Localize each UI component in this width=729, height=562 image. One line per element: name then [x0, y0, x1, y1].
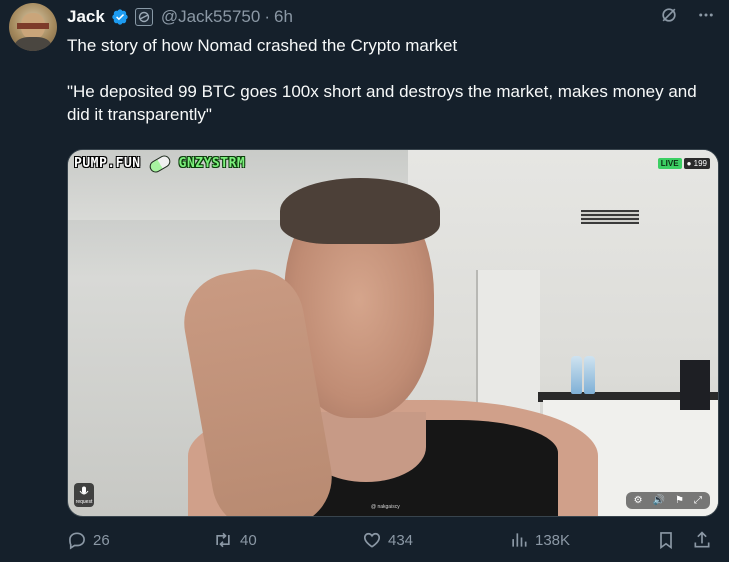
retweet-count: 40	[240, 531, 257, 549]
tweet-text: The story of how Nomad crashed the Crypt…	[67, 34, 707, 126]
grok-icon[interactable]	[659, 5, 679, 25]
like-count: 434	[388, 531, 414, 549]
live-indicator: LIVE ● 199	[657, 158, 710, 169]
like-button[interactable]: 434	[362, 530, 413, 550]
overlay-pumpfun-label: PUMP.FUN	[74, 156, 141, 171]
reply-button[interactable]: 26	[67, 530, 110, 550]
separator-dot: ·	[264, 7, 270, 26]
views-icon	[512, 533, 527, 547]
avatar-body	[15, 37, 51, 51]
post-time[interactable]: 6h	[274, 7, 293, 27]
share-button[interactable]	[692, 530, 712, 550]
retweet-button[interactable]: 40	[212, 530, 257, 550]
reply-count: 26	[93, 531, 110, 549]
video-scene-vent	[581, 210, 639, 224]
affiliate-badge-icon[interactable]	[134, 8, 153, 26]
top-right-actions	[659, 5, 715, 25]
viewer-count-value: 199	[693, 159, 707, 168]
microphone-icon	[79, 486, 89, 494]
heart-icon	[363, 532, 381, 548]
tweet-text-quote: "He deposited 99 BTC goes 100x short and…	[67, 82, 697, 124]
stream-watermark: @ nakgaiscy	[371, 504, 400, 510]
live-badge: LIVE	[657, 158, 682, 169]
request-label: request	[75, 498, 93, 505]
video-scene-appliance	[680, 360, 710, 410]
verified-badge-icon	[111, 8, 129, 26]
retweet-icon	[216, 532, 230, 548]
overlay-channel-label: GNZYSTRM	[178, 156, 246, 171]
video-player[interactable]: PUMP.FUN GNZYSTRM LIVE ● 199 request @ n…	[67, 149, 719, 517]
request-button[interactable]: request	[74, 483, 94, 507]
volume-icon[interactable]: 🔊	[653, 495, 665, 506]
author-name[interactable]: Jack	[67, 7, 105, 27]
avatar[interactable]	[9, 3, 57, 51]
share-icon	[694, 531, 710, 548]
fullscreen-icon[interactable]: ⤢	[694, 495, 702, 506]
video-controls: ⚙ 🔊 ⚑ ⤢	[625, 492, 710, 509]
view-count: 138K	[535, 531, 571, 549]
flag-icon[interactable]: ⚑	[675, 495, 684, 506]
stream-overlay-title: PUMP.FUN GNZYSTRM	[74, 152, 246, 175]
reply-icon	[69, 532, 85, 550]
video-person-hair	[280, 178, 440, 244]
person-icon: ●	[686, 159, 692, 168]
author-handle[interactable]: @Jack55750	[161, 7, 261, 27]
pill-icon	[147, 152, 173, 175]
bookmark-button[interactable]	[656, 530, 676, 550]
views-button[interactable]: 138K	[509, 530, 570, 550]
settings-icon[interactable]: ⚙	[634, 495, 643, 506]
avatar-band	[17, 23, 49, 29]
tweet-text-line: The story of how Nomad crashed the Crypt…	[67, 36, 458, 55]
tweet-header: Jack @Jack55750 · 6h	[67, 6, 293, 28]
bookmark-icon	[660, 532, 672, 550]
video-scene-bottle	[571, 356, 582, 394]
tweet-actions: 26 40 434 138K	[67, 530, 717, 554]
viewer-count: ● 199	[683, 158, 710, 169]
video-scene-bottle	[584, 356, 595, 394]
more-icon[interactable]	[697, 6, 715, 24]
